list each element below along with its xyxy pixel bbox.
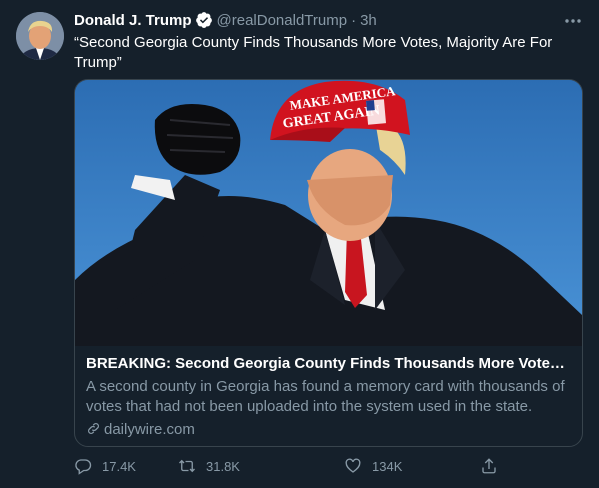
like-button[interactable]: 134K (344, 457, 402, 477)
card-description: A second county in Georgia has found a m… (86, 378, 565, 415)
retweet-button[interactable]: 31.8K (178, 457, 240, 477)
reply-button[interactable]: 17.4K (74, 457, 136, 477)
reply-icon (75, 459, 92, 475)
avatar-portrait (16, 12, 64, 60)
tweet-text: “Second Georgia County Finds Thousands M… (74, 34, 553, 71)
card-image[interactable]: MAKE AMERICA GREAT AGAIN (75, 80, 582, 346)
more-options-icon[interactable] (563, 11, 583, 31)
link-icon (88, 423, 99, 434)
share-button[interactable] (480, 457, 508, 477)
separator-dot: · (351, 12, 357, 29)
share-icon (482, 458, 496, 474)
retweet-count: 31.8K (206, 459, 240, 474)
reply-count: 17.4K (102, 459, 136, 474)
card-domain[interactable]: dailywire.com (86, 420, 195, 440)
user-handle[interactable]: @realDonaldTrump (217, 12, 348, 29)
timestamp[interactable]: 3h (360, 12, 377, 29)
verified-badge-icon (195, 12, 212, 28)
card-photo: MAKE AMERICA GREAT AGAIN (75, 80, 582, 346)
card-title[interactable]: BREAKING: Second Georgia County Finds Th… (86, 354, 572, 374)
tweet[interactable]: Donald J. Trump @realDonaldTrump · 3h “Seco… (0, 0, 599, 488)
tweet-header: Donald J. Trump @realDonaldTrump · 3h (74, 11, 583, 31)
display-name[interactable]: Donald J. Trump (74, 12, 192, 29)
action-bar: 17.4K 31.8K 134K (74, 457, 504, 477)
retweet-icon (179, 459, 195, 473)
heart-icon (345, 458, 361, 473)
link-card[interactable]: MAKE AMERICA GREAT AGAIN BREAKING: Secon… (74, 79, 583, 447)
card-domain-text: dailywire.com (104, 421, 195, 438)
like-count: 134K (372, 459, 403, 474)
avatar[interactable] (16, 12, 64, 60)
